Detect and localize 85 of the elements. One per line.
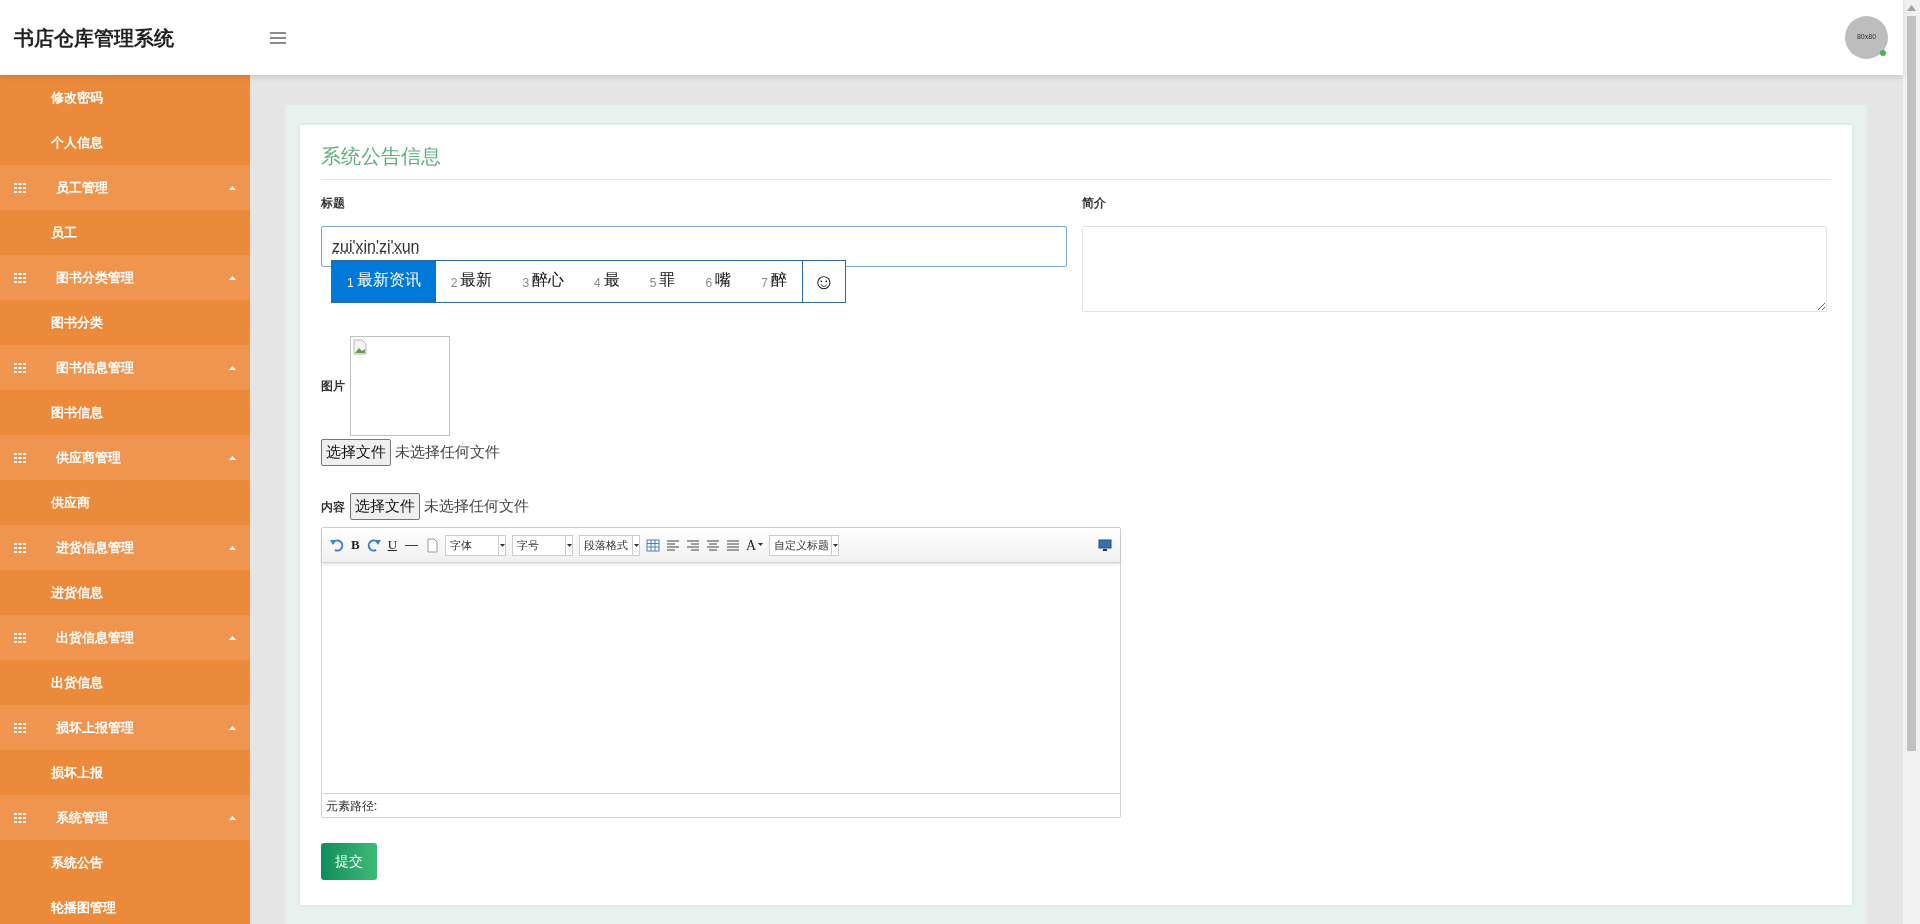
sidebar-item[interactable]: 进货信息 <box>0 570 250 615</box>
field-label: 标题 <box>321 195 346 212</box>
grid-icon[interactable] <box>14 812 26 823</box>
caret-up-icon[interactable] <box>229 365 236 370</box>
toolbar-button[interactable]: — <box>404 535 420 555</box>
group-label: 供应商管理 <box>56 448 122 467</box>
caret-up-icon[interactable] <box>229 275 236 280</box>
sidebar-item[interactable]: 图书分类 <box>0 300 250 345</box>
caret-up-icon[interactable] <box>229 725 236 730</box>
grid-icon[interactable] <box>14 182 26 193</box>
sidebar-item[interactable]: 轮播图管理 <box>0 885 250 924</box>
toolbar-button[interactable]: U <box>386 535 399 555</box>
caret-up-icon[interactable] <box>229 455 236 460</box>
redo-icon[interactable] <box>366 537 381 553</box>
file-status: 未选择任何文件 <box>424 496 529 517</box>
caret-up-icon[interactable] <box>229 635 236 640</box>
form-heading: 系统公告信息 <box>321 141 1831 180</box>
sidebar-item[interactable]: 修改密码 <box>0 75 250 120</box>
summary-textarea[interactable] <box>1081 226 1827 312</box>
caret-down-icon <box>632 535 640 555</box>
sidebar-group[interactable]: 员工管理 <box>0 165 250 210</box>
sidebar-group[interactable]: 图书分类管理 <box>0 255 250 300</box>
group-label: 进货信息管理 <box>56 538 135 557</box>
group-label: 系统管理 <box>56 808 109 827</box>
group-label: 出货信息管理 <box>56 628 135 647</box>
grid-icon[interactable] <box>14 722 26 733</box>
justify-icon[interactable] <box>726 537 741 553</box>
field-label: 简介 <box>1081 195 1107 212</box>
sidebar-group[interactable]: 出货信息管理 <box>0 615 250 660</box>
toolbar-button[interactable]: B <box>350 535 361 555</box>
grid-icon[interactable] <box>14 542 26 553</box>
sidebar-item[interactable]: 损坏上报 <box>0 750 250 795</box>
toolbar-dropdown[interactable]: 字体 <box>445 534 507 556</box>
grid-icon[interactable] <box>14 362 26 373</box>
sidebar-group[interactable]: 图书信息管理 <box>0 345 250 390</box>
field-label: 图片 <box>321 378 345 395</box>
choose-file-button[interactable]: 选择文件 <box>321 439 391 466</box>
scroll-thumb[interactable] <box>1907 16 1916 751</box>
grid-icon[interactable] <box>14 452 26 463</box>
sidebar-item[interactable]: 员工 <box>0 210 250 255</box>
scroll-up-icon[interactable] <box>1907 5 1916 11</box>
sidebar-group[interactable]: 损坏上报管理 <box>0 705 250 750</box>
font-color-button[interactable]: A <box>746 534 764 556</box>
group-label: 图书分类管理 <box>56 268 135 287</box>
element-path-label: 元素路径: <box>326 797 378 815</box>
sidebar-group[interactable]: 系统管理 <box>0 795 250 840</box>
caret-up-icon[interactable] <box>229 545 236 550</box>
caret-down-icon <box>758 543 764 547</box>
align-center-icon[interactable] <box>706 537 721 553</box>
align-left-icon[interactable] <box>666 537 681 553</box>
group-label: 员工管理 <box>56 178 109 197</box>
input-text: zui'xin'zi'xun <box>332 236 420 257</box>
sidebar-item[interactable]: 系统公告 <box>0 840 250 885</box>
sidebar-item[interactable]: 供应商 <box>0 480 250 525</box>
caret-up-icon[interactable] <box>229 185 236 190</box>
field-label: 内容 <box>321 498 345 516</box>
choose-file-button[interactable]: 选择文件 <box>350 493 420 520</box>
caret-up-icon[interactable] <box>229 815 236 820</box>
blank-page-icon[interactable] <box>425 537 440 553</box>
toolbar-dropdown[interactable]: 自定义标题 <box>769 534 840 556</box>
toolbar-dropdown[interactable]: 字号 <box>512 534 574 556</box>
undo-icon[interactable] <box>330 537 344 553</box>
align-right-icon[interactable] <box>686 537 701 553</box>
file-status: 未选择任何文件 <box>395 442 500 463</box>
scrollbar[interactable] <box>1903 0 1920 924</box>
sidebar-item[interactable]: 个人信息 <box>0 120 250 165</box>
grid-icon[interactable] <box>14 632 26 643</box>
toolbar-dropdown[interactable]: 段落格式 <box>579 534 641 556</box>
group-label: 损坏上报管理 <box>56 718 135 737</box>
table-icon[interactable] <box>646 537 661 553</box>
submit-button[interactable]: 提交 <box>321 843 377 880</box>
app-title: 书店仓库管理系统 <box>13 25 175 51</box>
monitor-icon[interactable] <box>1098 537 1112 553</box>
broken-image-icon <box>353 339 367 355</box>
sidebar-group[interactable]: 供应商管理 <box>0 435 250 480</box>
emoji-button[interactable]: ☺ <box>801 261 845 302</box>
sidebar-item[interactable]: 图书信息 <box>0 390 250 435</box>
menu-icon[interactable] <box>270 31 286 44</box>
grid-icon[interactable] <box>14 272 26 283</box>
caret-down-icon <box>498 535 506 555</box>
sidebar-item[interactable]: 出货信息 <box>0 660 250 705</box>
caret-down-icon <box>565 535 573 555</box>
group-label: 图书信息管理 <box>56 358 135 377</box>
caret-down-icon <box>831 535 839 555</box>
sidebar-group[interactable]: 进货信息管理 <box>0 525 250 570</box>
